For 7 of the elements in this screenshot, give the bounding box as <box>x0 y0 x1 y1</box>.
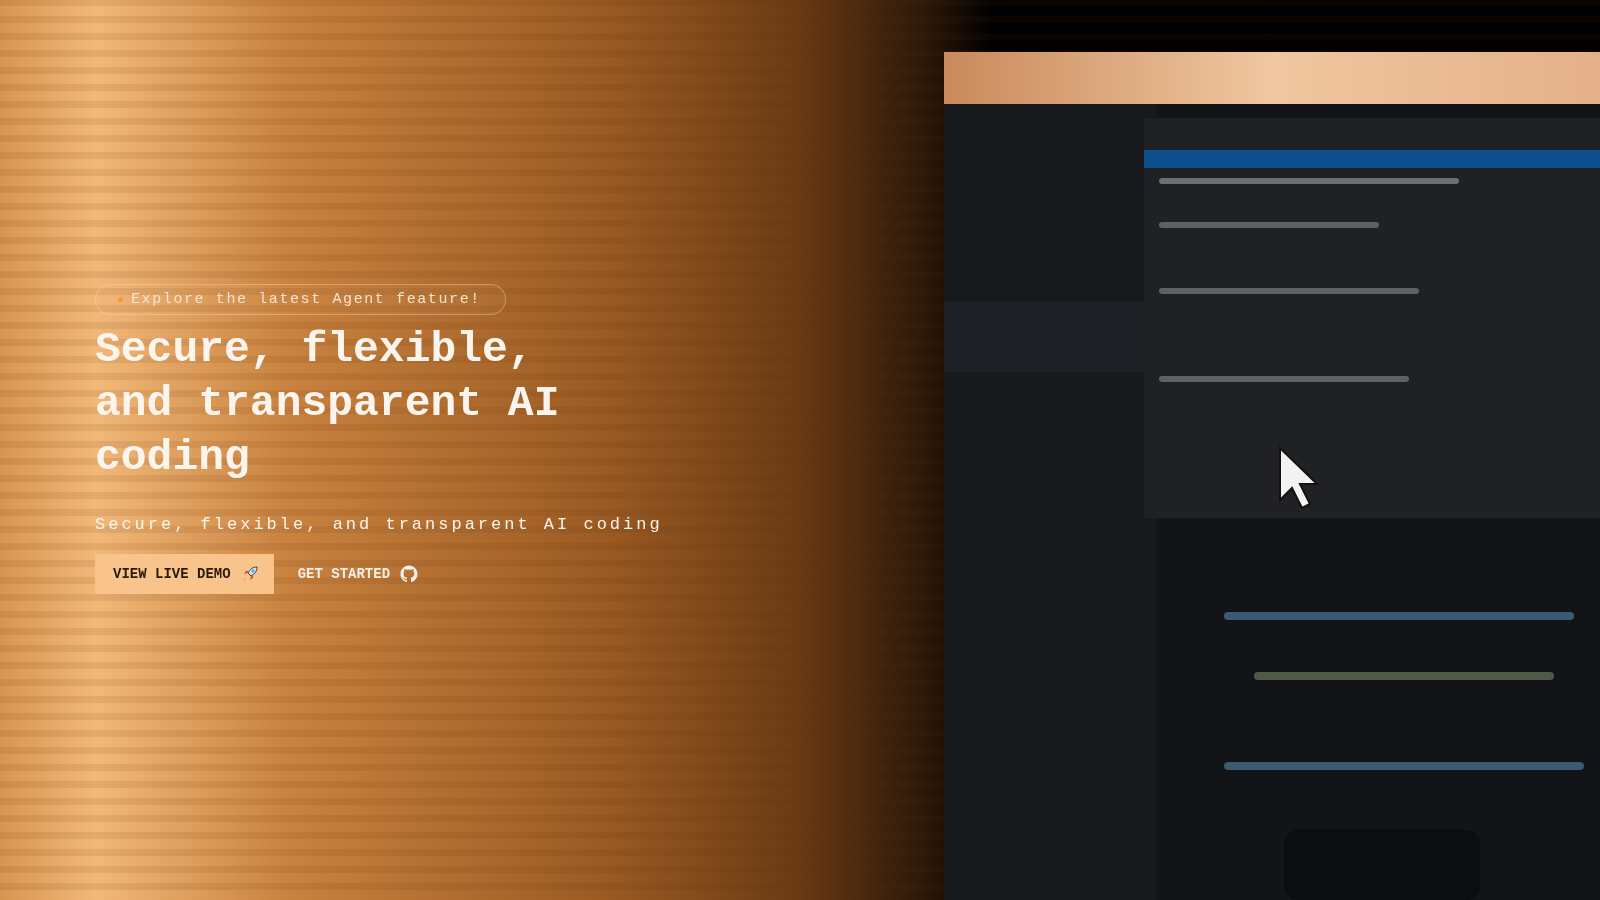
get-started-link[interactable]: GET STARTED <box>295 554 422 594</box>
subtitle: Secure, flexible, and transparent AI coding <box>95 515 663 534</box>
announcement-badge[interactable]: Explore the latest Agent feature! <box>95 284 506 315</box>
github-icon <box>399 564 420 584</box>
headline: Secure, flexible, and transparent AI coding <box>95 324 561 484</box>
demo-button[interactable]: VIEW LIVE DEMO <box>95 554 274 594</box>
dot-icon <box>118 297 123 302</box>
